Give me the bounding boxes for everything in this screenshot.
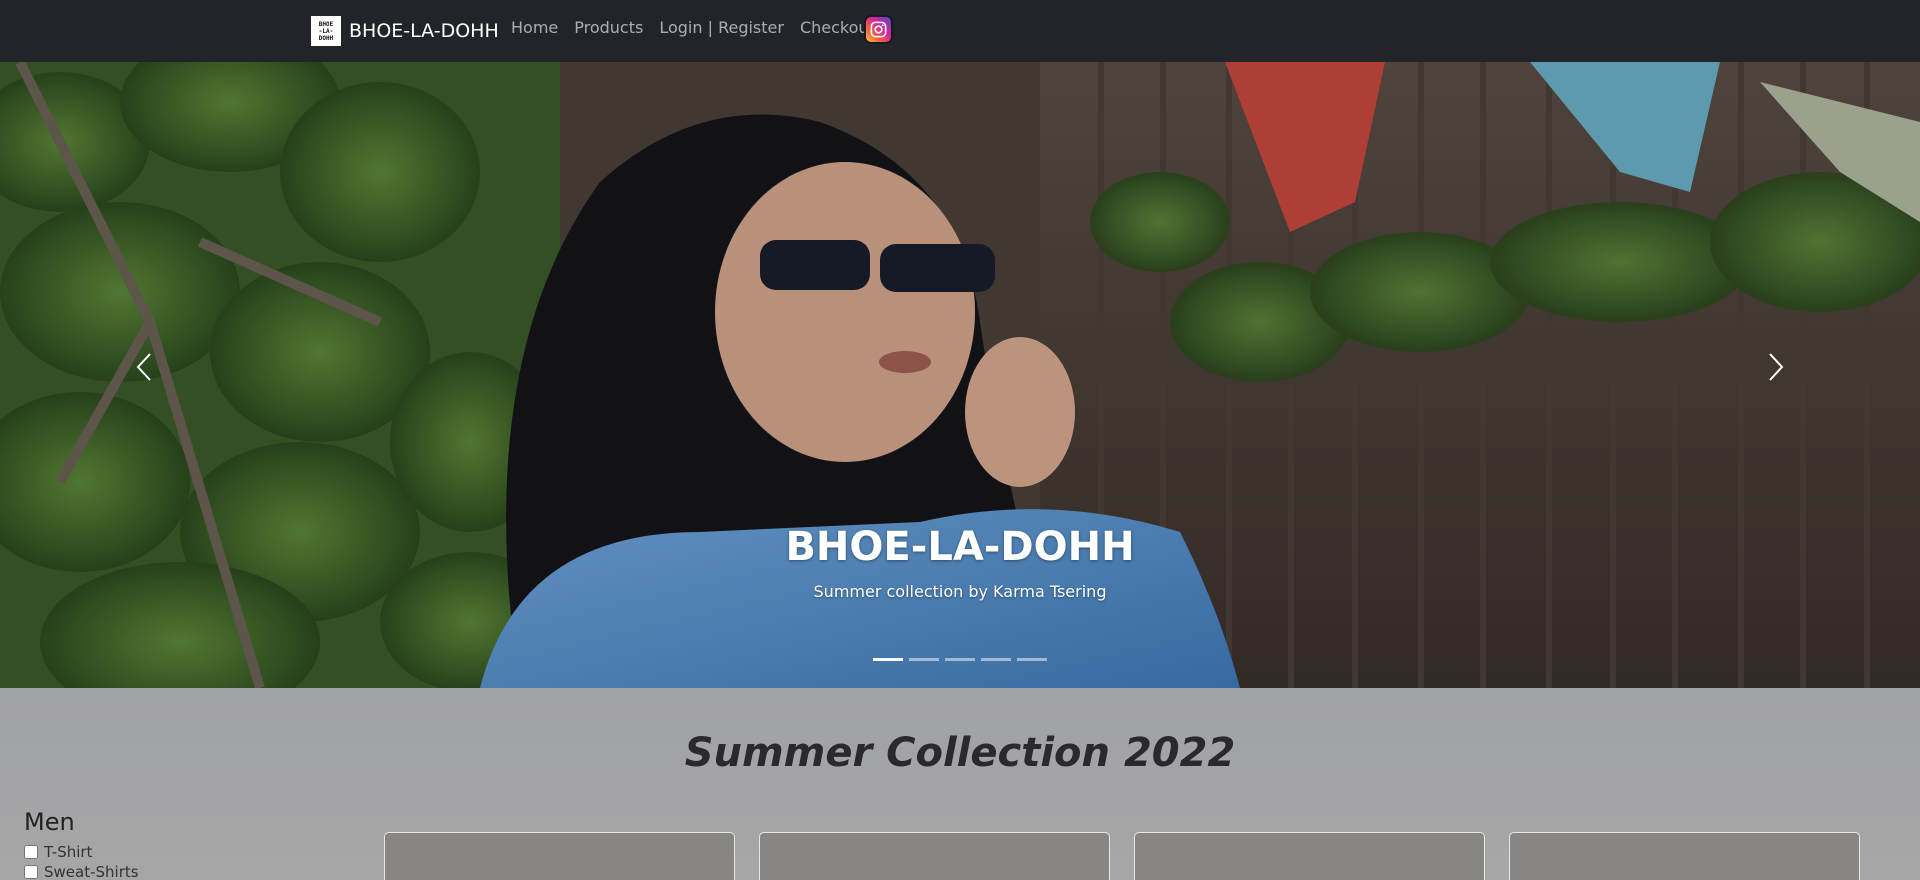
brand-name: BHOE-LA-DOHH xyxy=(349,20,499,42)
product-card[interactable] xyxy=(759,832,1110,880)
product-card[interactable] xyxy=(384,832,735,880)
carousel-indicators xyxy=(0,658,1920,661)
filter-option-label: T-Shirt xyxy=(44,843,93,861)
section-title: Summer Collection 2022 xyxy=(684,730,1236,776)
chevron-right-icon xyxy=(1769,353,1784,381)
carousel-indicator-2[interactable] xyxy=(909,658,939,661)
logo-line: DOHH xyxy=(318,34,334,42)
carousel-caption-subtitle: Summer collection by Karma Tsering xyxy=(813,582,1107,601)
filter-heading: Men xyxy=(24,808,75,836)
carousel-next-button[interactable] xyxy=(1756,342,1796,392)
carousel-indicator-5[interactable] xyxy=(1017,658,1047,661)
nav-link-home[interactable]: Home xyxy=(511,18,558,37)
logo-line: BHOE xyxy=(318,20,334,28)
category-filter: Men T-Shirt Sweat-Shirts xyxy=(24,808,139,880)
chevron-left-icon xyxy=(136,353,151,381)
logo-line: -LA- xyxy=(318,27,334,35)
instagram-icon[interactable] xyxy=(864,15,893,44)
filter-option-sweatshirts[interactable]: Sweat-Shirts xyxy=(24,862,139,880)
filter-option-label: Sweat-Shirts xyxy=(44,863,139,880)
carousel-indicator-4[interactable] xyxy=(981,658,1011,661)
carousel-caption-title: BHOE-LA-DOHH xyxy=(785,524,1135,570)
carousel-indicator-3[interactable] xyxy=(945,658,975,661)
nav-link-login-register[interactable]: Login | Register xyxy=(659,18,784,37)
nav-links: Home Products Login | Register Checkout xyxy=(511,18,891,37)
hero-carousel: BHOE-LA-DOHH Summer collection by Karma … xyxy=(0,62,1920,688)
carousel-indicator-1[interactable] xyxy=(873,658,903,661)
carousel-prev-button[interactable] xyxy=(124,342,164,392)
brand-logo: BHOE -LA- DOHH xyxy=(311,16,341,46)
product-card[interactable] xyxy=(1509,832,1860,880)
navbar: BHOE -LA- DOHH BHOE-LA-DOHH Home Product… xyxy=(0,0,1920,62)
product-card[interactable] xyxy=(1134,832,1485,880)
nav-link-products[interactable]: Products xyxy=(574,18,643,37)
sweatshirts-checkbox[interactable] xyxy=(24,865,38,879)
brand-link[interactable]: BHOE -LA- DOHH BHOE-LA-DOHH xyxy=(311,15,499,47)
main-content: Summer Collection 2022 Men T-Shirt Sweat… xyxy=(0,688,1920,880)
tshirt-checkbox[interactable] xyxy=(24,845,38,859)
filter-option-tshirt[interactable]: T-Shirt xyxy=(24,842,139,862)
